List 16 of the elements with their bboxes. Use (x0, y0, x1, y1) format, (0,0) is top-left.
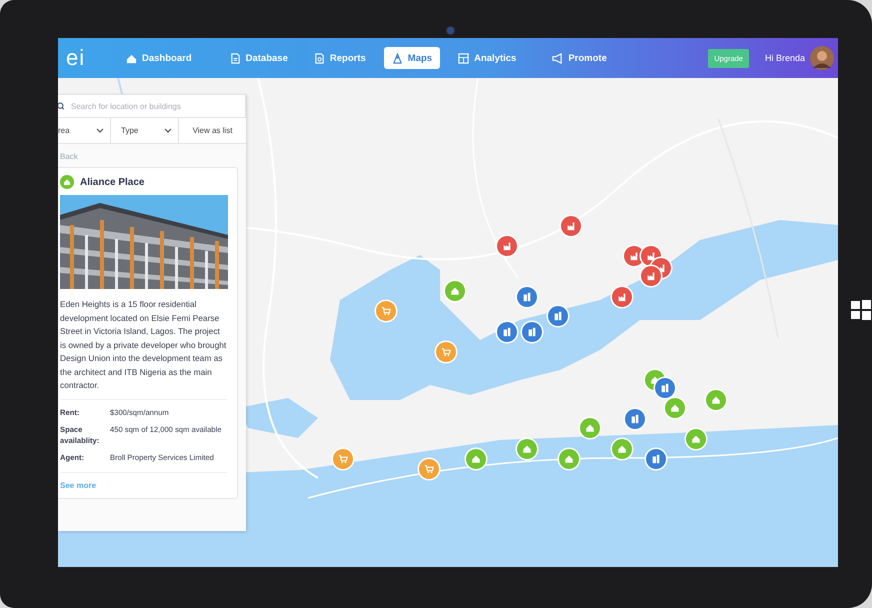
nav-tab[interactable]: Promote (544, 47, 615, 69)
megaphone-icon (552, 52, 564, 64)
avatar-icon (810, 46, 834, 70)
grid-icon (458, 52, 470, 64)
nav-tab[interactable]: Reports (306, 47, 374, 69)
nav-tab[interactable]: Maps (384, 47, 440, 69)
nav-tab[interactable]: Database (222, 47, 296, 69)
nav-tab[interactable]: Analytics (450, 47, 524, 69)
user-greeting: Hi Brenda (764, 53, 805, 63)
nav-tab[interactable]: Dashboard (118, 47, 200, 69)
four-squares-icon (851, 300, 871, 320)
house-icon (126, 52, 137, 64)
document-icon (230, 52, 241, 64)
logo[interactable]: ei (66, 45, 118, 71)
camera-icon (447, 27, 454, 34)
document-icon (314, 52, 325, 64)
